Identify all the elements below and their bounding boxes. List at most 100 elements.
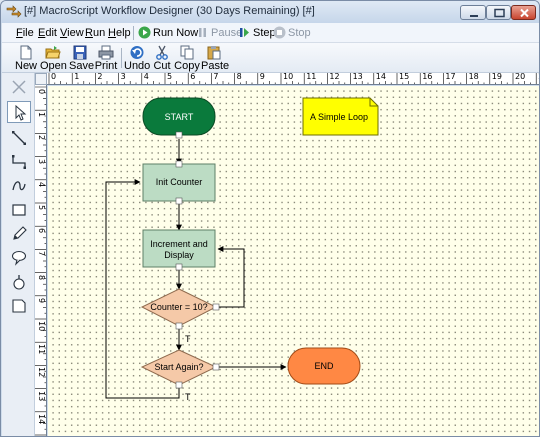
tool-elbow-connector[interactable]: [7, 151, 31, 173]
open-button[interactable]: Open: [40, 44, 67, 72]
line-icon: [12, 131, 26, 145]
pointer-icon: [15, 105, 27, 121]
note-shape[interactable]: A Simple Loop: [302, 97, 379, 136]
menu-help[interactable]: Help: [108, 27, 131, 39]
step-button[interactable]: Step: [238, 25, 276, 41]
curve-connector-icon: [12, 181, 26, 191]
copy-button[interactable]: Copy: [174, 44, 200, 72]
menu-help-accelerator: H: [108, 27, 116, 39]
print-label: Print: [94, 60, 118, 72]
tool-close[interactable]: [7, 76, 31, 98]
toolbar-separator: [121, 48, 122, 68]
true-label: T: [185, 334, 191, 344]
save-label: Save: [69, 60, 95, 72]
undo-icon: [130, 46, 144, 59]
run-now-button[interactable]: Run Now: [138, 25, 198, 41]
undo-button[interactable]: Undo: [124, 44, 150, 72]
ruler-left-label: 8: [37, 274, 46, 280]
increment-label-line2: Display: [164, 250, 194, 260]
paste-clipboard-icon: [207, 46, 221, 60]
minimize-button[interactable]: [460, 5, 486, 20]
counter-decision[interactable]: Counter = 10?: [140, 288, 220, 330]
menu-view[interactable]: View: [60, 27, 84, 39]
ruler-left-label: 2: [37, 135, 46, 141]
connection-handle[interactable]: [175, 131, 183, 139]
ruler-top-label: 9: [259, 73, 265, 81]
decision1-label: Counter = 10?: [150, 302, 207, 312]
stop-icon: [273, 26, 286, 39]
stop-button[interactable]: Stop: [273, 25, 311, 41]
paste-label: Paste: [201, 60, 230, 72]
start-label: START: [165, 112, 194, 122]
diagram-canvas[interactable]: START Init Counter Increment and Display: [48, 86, 539, 436]
print-button[interactable]: Print: [93, 44, 119, 72]
init-counter-process[interactable]: Init Counter: [142, 160, 216, 205]
end-terminator[interactable]: END: [287, 347, 361, 385]
menu-run-accelerator: R: [85, 27, 93, 39]
tool-line[interactable]: [7, 127, 31, 149]
menu-edit-label: dit: [45, 27, 57, 39]
cut-button[interactable]: Cut: [152, 44, 172, 72]
menu-run[interactable]: Run: [85, 27, 105, 39]
end-label: END: [314, 361, 334, 371]
ruler-top-label: 3: [120, 73, 126, 81]
menu-file[interactable]: File: [16, 27, 34, 39]
connection-handle[interactable]: [175, 263, 183, 271]
ruler-left-label: 0: [37, 89, 46, 95]
increment-label-line1: Increment and: [150, 239, 208, 249]
menu-separator: [133, 26, 134, 40]
ruler-left-label: 6: [37, 228, 46, 234]
tool-callout[interactable]: [7, 247, 31, 269]
window-title: [#] MacroScript Workflow Designer (30 Da…: [24, 5, 315, 17]
tool-document[interactable]: [7, 295, 31, 317]
tool-node[interactable]: [7, 271, 31, 293]
increment-display-process[interactable]: Increment and Display: [142, 229, 216, 271]
ruler-top-label: 18: [468, 73, 479, 81]
ruler-left-label: 14: [37, 413, 46, 424]
ruler-top-label: 12: [329, 73, 340, 81]
start-again-decision[interactable]: Start Again?: [140, 349, 220, 389]
menu-edit[interactable]: Edit: [38, 27, 57, 39]
ruler-top-label: 17: [445, 73, 456, 81]
connection-handle[interactable]: [175, 322, 183, 330]
node-icon: [13, 275, 25, 290]
step-icon: [240, 28, 249, 37]
connection-handle[interactable]: [212, 303, 220, 311]
save-button[interactable]: Save: [69, 44, 95, 72]
ruler-top-label: 1: [74, 73, 80, 81]
ruler-left-label: 10: [37, 321, 46, 332]
menu-help-label: elp: [115, 27, 131, 39]
close-window-button[interactable]: [511, 5, 536, 20]
connection-handle[interactable]: [175, 160, 183, 168]
paste-button[interactable]: Paste: [201, 44, 230, 72]
stop-label: Stop: [288, 27, 311, 39]
elbow-connector-icon: [12, 155, 26, 169]
new-button[interactable]: New: [15, 44, 37, 72]
ruler-left-label: 5: [37, 205, 46, 211]
rectangle-icon: [12, 204, 26, 216]
tool-curve-connector[interactable]: [7, 175, 31, 197]
menu-view-label: iew: [67, 27, 84, 39]
menu-file-accelerator: F: [16, 27, 23, 39]
ruler-left-label: 3: [37, 158, 46, 164]
connector-decision1-increment-loop[interactable]: [216, 246, 245, 308]
ruler-top-label: 6: [190, 73, 196, 81]
tool-pointer[interactable]: [7, 101, 31, 123]
pencil-icon: [13, 226, 27, 240]
maximize-button[interactable]: [486, 5, 511, 20]
title-bar[interactable]: [#] MacroScript Workflow Designer (30 Da…: [1, 1, 539, 23]
pause-button[interactable]: Pause: [196, 25, 242, 41]
tool-rectangle[interactable]: [7, 199, 31, 221]
true-label: T: [185, 392, 191, 402]
connection-handle[interactable]: [175, 381, 183, 389]
flowchart: START Init Counter Increment and Display: [105, 97, 379, 402]
cut-label: Cut: [153, 60, 171, 72]
tool-pencil[interactable]: [7, 223, 31, 245]
connection-handle[interactable]: [175, 197, 183, 205]
init-counter-label: Init Counter: [156, 177, 203, 187]
ruler-top-label: 4: [143, 73, 149, 81]
connection-handle[interactable]: [212, 363, 220, 371]
toolbar: New Open Save Print Undo Cut Copy Paste: [2, 43, 539, 73]
ruler-corner: [35, 73, 47, 85]
start-terminator[interactable]: START: [142, 97, 216, 139]
